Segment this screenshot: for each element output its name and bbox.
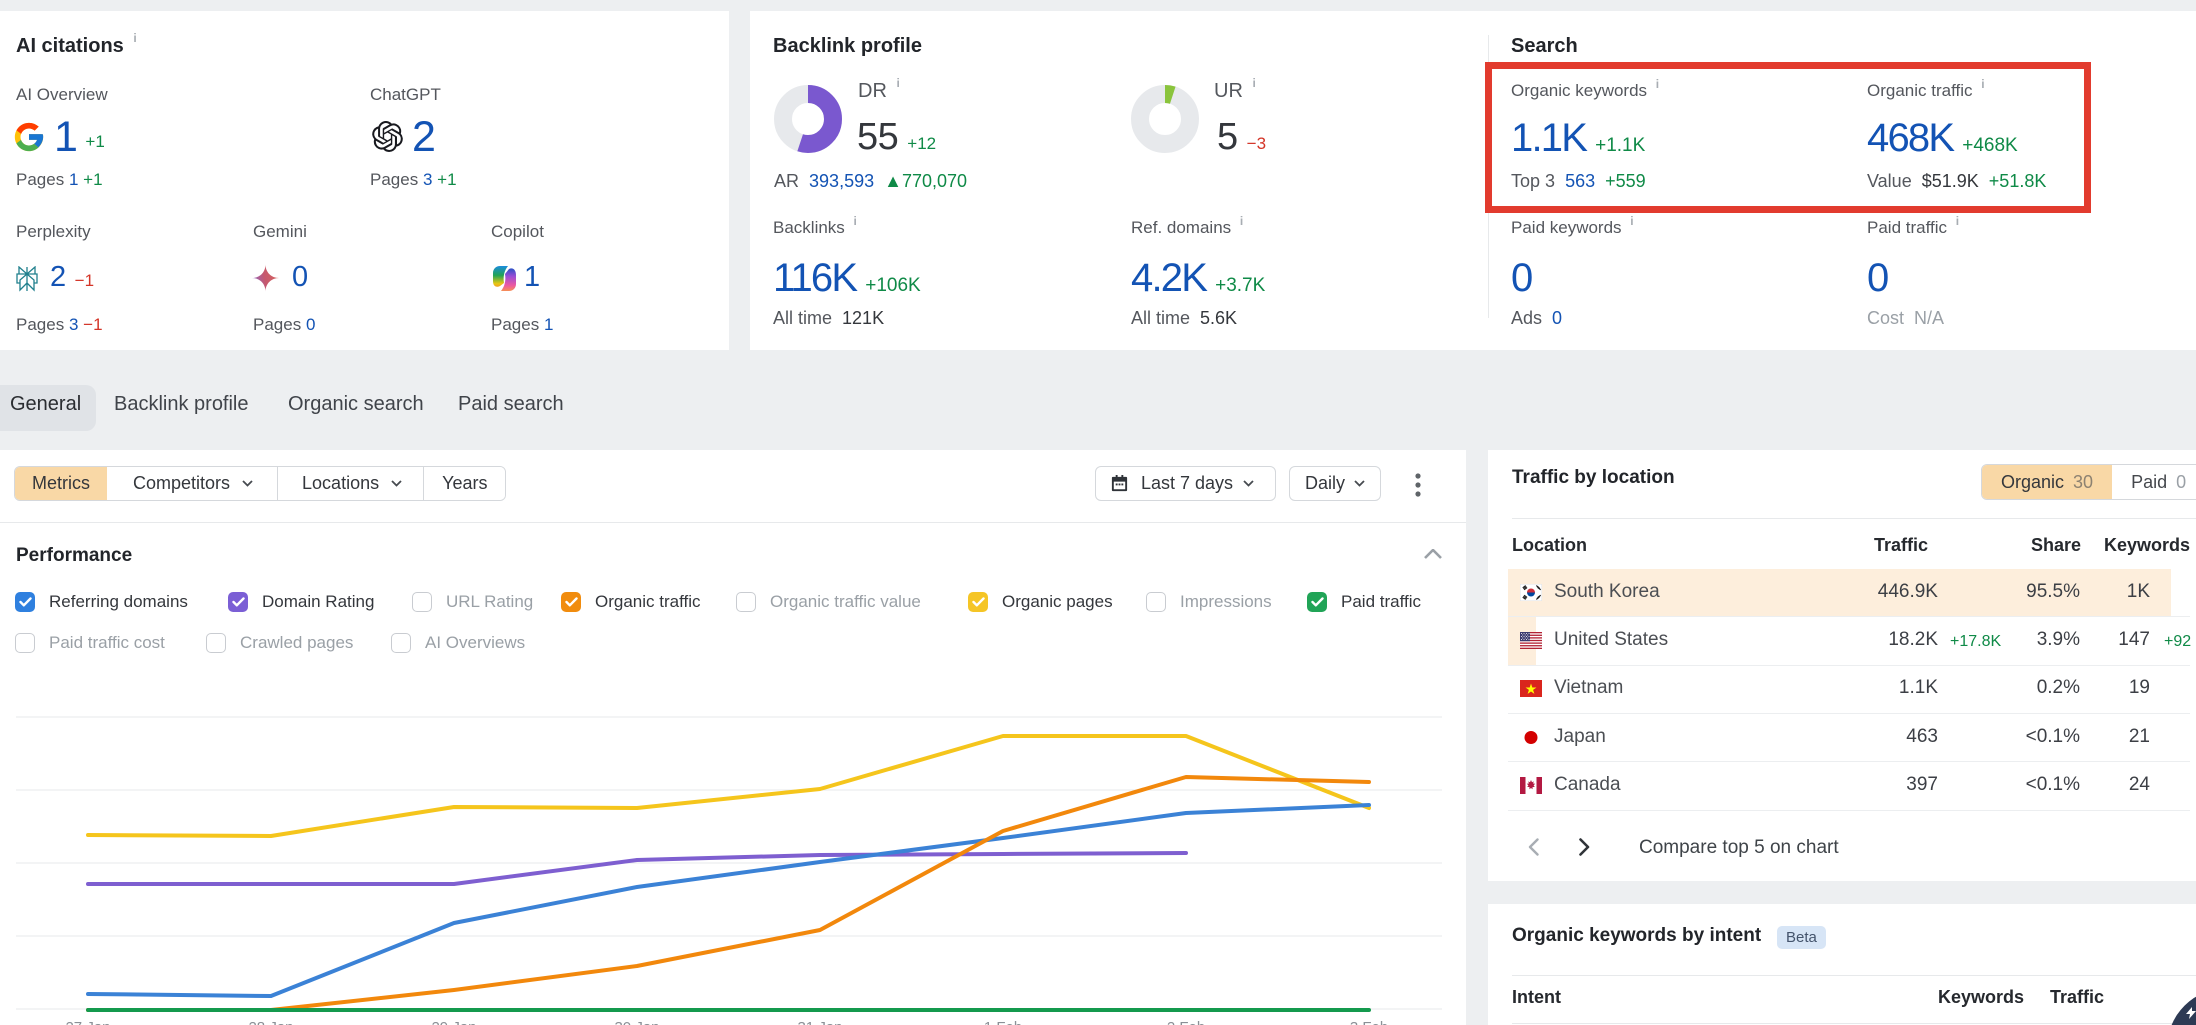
svg-text:3 Feb: 3 Feb [1350, 1019, 1388, 1025]
svg-text:30 Jan: 30 Jan [614, 1019, 659, 1025]
svg-text:2 Feb: 2 Feb [1167, 1019, 1205, 1025]
svg-text:28 Jan: 28 Jan [248, 1019, 293, 1025]
svg-text:27 Jan: 27 Jan [65, 1019, 110, 1025]
svg-text:31 Jan: 31 Jan [797, 1019, 842, 1025]
svg-text:29 Jan: 29 Jan [431, 1019, 476, 1025]
svg-text:1 Feb: 1 Feb [984, 1019, 1022, 1025]
